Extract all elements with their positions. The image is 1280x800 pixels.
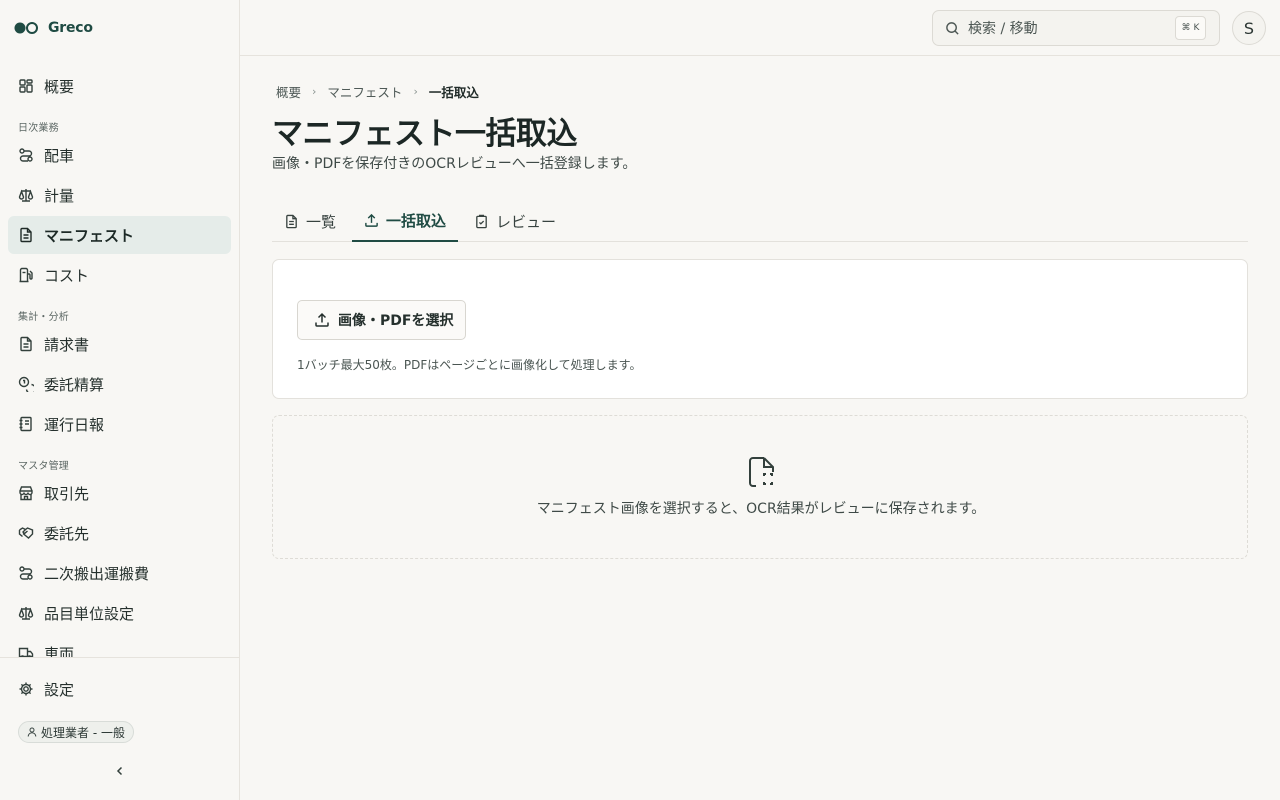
sidebar-item-label: 運行日報 <box>44 415 105 434</box>
page-title: マニフェスト一括取込 <box>272 116 578 152</box>
sidebar-item-overview[interactable]: 概要 <box>8 67 231 105</box>
select-files-label: 画像・PDFを選択 <box>338 313 454 329</box>
sidebar-item-label: 設定 <box>44 680 75 699</box>
sidebar-item-label: コスト <box>44 266 90 285</box>
greco-logo-icon <box>14 22 38 34</box>
sidebar-item-secondary-transport[interactable]: 二次搬出運搬費 <box>8 554 231 592</box>
store-icon <box>18 485 34 501</box>
upload-icon <box>315 312 329 327</box>
sidebar-item-invoices[interactable]: 請求書 <box>8 325 231 363</box>
breadcrumb-item-manifest[interactable]: マニフェスト <box>327 82 402 101</box>
avatar-initial: S <box>1243 18 1255 38</box>
role-badge[interactable]: 処理業者 - 一般 <box>18 721 134 743</box>
sidebar-item-daily-report[interactable]: 運行日報 <box>8 405 231 443</box>
sidebar-nav[interactable]: 概要 日次業務 配車 計量 マニフェスト コスト 集計・分析 請求書 委託精算 … <box>0 56 239 658</box>
sidebar-item-settings[interactable]: 設定 <box>8 670 231 708</box>
tab-bar: 一覧 一括取込 レビュー <box>272 200 1248 242</box>
tab-bulk-import[interactable]: 一括取込 <box>352 200 459 242</box>
notebook-icon <box>18 416 34 432</box>
sidebar-item-label: 車両 <box>44 644 75 659</box>
invoice-icon <box>18 336 34 352</box>
chevron-right-icon: › <box>312 85 317 98</box>
sidebar-item-label: 二次搬出運搬費 <box>44 564 150 583</box>
file-icon <box>286 214 297 228</box>
sidebar-item-label: 請求書 <box>44 335 90 354</box>
document-icon <box>18 227 34 243</box>
select-files-button[interactable]: 画像・PDFを選択 <box>297 300 466 340</box>
sidebar-item-label: 計量 <box>44 186 75 205</box>
breadcrumb: 概要 › マニフェスト › 一括取込 <box>276 82 479 101</box>
tab-label: 一括取込 <box>386 211 447 230</box>
sidebar-item-clients[interactable]: 取引先 <box>8 474 231 512</box>
command-key-icon: ⌘ <box>1181 23 1191 33</box>
sidebar-item-label: 品目単位設定 <box>44 604 135 623</box>
sidebar-item-label: 委託先 <box>44 524 90 543</box>
scale-icon <box>18 605 34 621</box>
tab-review[interactable]: レビュー <box>462 200 568 242</box>
sidebar-item-dispatch[interactable]: 配車 <box>8 136 231 174</box>
scale-icon <box>18 187 34 203</box>
fuel-icon <box>18 267 34 283</box>
avatar[interactable]: S <box>1232 11 1266 45</box>
chevron-left-icon <box>116 766 123 776</box>
tab-label: レビュー <box>496 212 557 231</box>
search-placeholder: 検索 / 移動 <box>968 21 1038 37</box>
sidebar-footer: 設定 処理業者 - 一般 <box>0 657 239 800</box>
brand[interactable]: Greco <box>14 19 93 37</box>
sidebar-item-label: 概要 <box>44 77 75 96</box>
search-icon <box>946 21 959 35</box>
brand-name: Greco <box>48 20 93 36</box>
route-icon <box>18 565 34 581</box>
sidebar: Greco 概要 日次業務 配車 計量 マニフェスト コスト 集計・分析 請求書… <box>0 0 240 800</box>
route-icon <box>18 147 34 163</box>
sidebar-item-unit-settings[interactable]: 品目単位設定 <box>8 594 231 632</box>
sidebar-item-label: 取引先 <box>44 484 90 503</box>
breadcrumb-item-overview[interactable]: 概要 <box>276 82 301 101</box>
tab-list[interactable]: 一覧 <box>272 200 348 242</box>
clipboard-check-icon <box>476 214 487 228</box>
topbar: 検索 / 移動 ⌘ K S <box>240 0 1280 56</box>
chevron-right-icon: › <box>413 85 418 98</box>
dropzone[interactable]: マニフェスト画像を選択すると、OCR結果がレビューに保存されます。 <box>272 415 1248 559</box>
collapse-sidebar-button[interactable] <box>110 761 130 781</box>
gear-icon <box>18 681 34 697</box>
shortcut-key: K <box>1193 23 1200 33</box>
role-badge-label: 処理業者 - 一般 <box>41 725 125 740</box>
coins-icon <box>18 376 34 392</box>
dropzone-message: マニフェスト画像を選択すると、OCR結果がレビューに保存されます。 <box>536 501 986 517</box>
sidebar-item-label: 配車 <box>44 146 75 165</box>
handshake-icon <box>18 525 34 541</box>
sidebar-item-label: 委託精算 <box>44 375 105 394</box>
section-label-daily: 日次業務 <box>18 123 59 134</box>
sidebar-item-cost[interactable]: コスト <box>8 256 231 294</box>
shortcut-badge: ⌘ K <box>1175 16 1206 40</box>
search-input[interactable]: 検索 / 移動 ⌘ K <box>932 10 1220 46</box>
file-scan-icon <box>749 457 774 487</box>
section-label-master: マスタ管理 <box>18 461 69 472</box>
tab-label: 一覧 <box>306 212 337 231</box>
breadcrumb-item-current: 一括取込 <box>428 85 479 100</box>
grid-icon <box>18 78 34 94</box>
sidebar-item-label: マニフェスト <box>44 226 135 245</box>
user-icon <box>27 727 37 737</box>
sidebar-item-vehicles[interactable]: 車両 <box>8 634 231 658</box>
upload-icon <box>365 213 378 227</box>
upload-card: 画像・PDFを選択 1バッチ最大50枚。PDFはページごとに画像化して処理します… <box>272 259 1248 399</box>
sidebar-item-manifest[interactable]: マニフェスト <box>8 216 231 254</box>
upload-hint: 1バッチ最大50枚。PDFはページごとに画像化して処理します。 <box>297 358 642 372</box>
sidebar-item-contractors[interactable]: 委託先 <box>8 514 231 552</box>
sidebar-item-weighing[interactable]: 計量 <box>8 176 231 214</box>
section-label-analytics: 集計・分析 <box>18 312 69 323</box>
sidebar-item-consignment-settlement[interactable]: 委託精算 <box>8 365 231 403</box>
page-subtitle: 画像・PDFを保存付きのOCRレビューへ一括登録します。 <box>272 156 637 172</box>
